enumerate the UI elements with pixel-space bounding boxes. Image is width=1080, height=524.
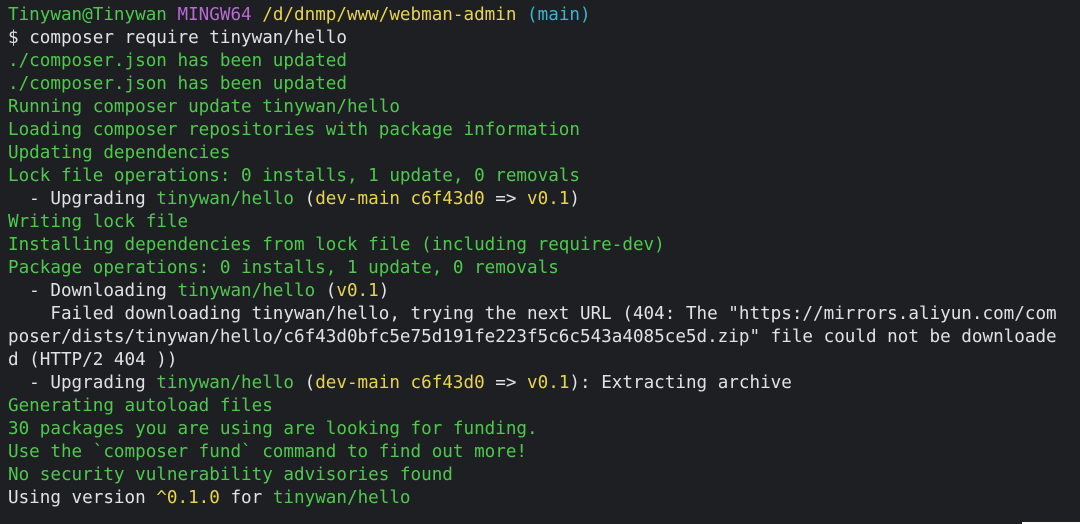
version-arrow: =>	[484, 373, 528, 393]
upgrade-line: - Upgrading tinywan/hello (dev-main c6f4…	[8, 372, 1080, 395]
paren-close: )	[378, 281, 390, 301]
version-arrow: =>	[484, 189, 528, 209]
download-line: - Downloading tinywan/hello (v0.1)	[8, 280, 1080, 303]
upgrade-line: - Upgrading tinywan/hello (dev-main c6f4…	[8, 188, 1080, 211]
using-mid: for	[219, 488, 273, 508]
command-line: $ composer require tinywan/hello	[8, 27, 1080, 50]
version-to: v0.1	[527, 189, 570, 209]
output-line: Writing lock file	[8, 212, 189, 232]
output-line: Running composer update tinywan/hello	[8, 97, 400, 117]
output-line: ./composer.json has been updated	[8, 74, 347, 94]
using-version: ^0.1.0	[156, 488, 220, 508]
using-prefix: Using version	[8, 488, 157, 508]
output-line: Use the `composer fund` command to find …	[8, 442, 528, 462]
output-line: Package operations: 0 installs, 1 update…	[8, 258, 559, 278]
prompt-symbol: $	[8, 28, 19, 48]
output-line: Loading composer repositories with packa…	[8, 120, 580, 140]
package-name: tinywan/hello	[156, 189, 294, 209]
output-line: Generating autoload files	[8, 396, 273, 416]
using-version-line: Using version ^0.1.0 for tinywan/hello	[8, 487, 1080, 510]
command-text: composer require tinywan/hello	[29, 28, 347, 48]
shell-prompt: Tinywan@Tinywan MINGW64 /d/dnmp/www/webm…	[8, 4, 1080, 27]
upgrade-prefix: - Upgrading	[8, 373, 157, 393]
download-version: v0.1	[336, 281, 379, 301]
error-line: d (HTTP/2 404 ))	[8, 350, 178, 370]
download-prefix: - Downloading	[8, 281, 178, 301]
paren-open: (	[294, 373, 316, 393]
paren-open: (	[294, 189, 316, 209]
error-line: Failed downloading tinywan/hello, trying…	[8, 304, 1057, 324]
error-line: poser/dists/tinywan/hello/c6f43d0bfc5e75…	[8, 327, 1057, 347]
upgrade-prefix: - Upgrading	[8, 189, 157, 209]
prompt-branch: (main)	[527, 5, 591, 25]
prompt-shell: MINGW64	[177, 5, 252, 25]
paren-close: )	[569, 189, 581, 209]
package-name: tinywan/hello	[156, 373, 294, 393]
output-line: ./composer.json has been updated	[8, 51, 347, 71]
prompt-path: /d/dnmp/www/webman-admin	[262, 5, 517, 25]
output-line: Installing dependencies from lock file (…	[8, 235, 665, 255]
package-name: tinywan/hello	[272, 488, 411, 508]
version-from: dev-main c6f43d0	[315, 373, 485, 393]
output-line: No security vulnerability advisories fou…	[8, 465, 453, 485]
output-line: 30 packages you are using are looking fo…	[8, 419, 538, 439]
upgrade-suffix: ): Extracting archive	[569, 373, 792, 393]
version-to: v0.1	[527, 373, 570, 393]
prompt-user-host: Tinywan@Tinywan	[8, 5, 167, 25]
terminal-window[interactable]: Tinywan@Tinywan MINGW64 /d/dnmp/www/webm…	[0, 0, 1080, 524]
version-from: dev-main c6f43d0	[315, 189, 485, 209]
package-name: tinywan/hello	[177, 281, 316, 301]
paren-open: (	[315, 281, 337, 301]
output-line: Updating dependencies	[8, 143, 231, 163]
output-line: Lock file operations: 0 installs, 1 upda…	[8, 166, 580, 186]
